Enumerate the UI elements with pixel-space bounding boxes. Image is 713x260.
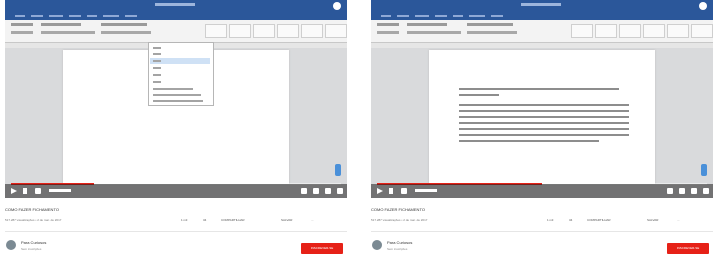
like-button[interactable]: 1 mil xyxy=(547,217,553,223)
subtitles-icon[interactable] xyxy=(301,188,307,194)
theater-icon[interactable] xyxy=(691,188,697,194)
fullscreen-icon[interactable] xyxy=(337,188,343,194)
volume-icon[interactable] xyxy=(401,188,407,194)
settings-icon[interactable] xyxy=(679,188,685,194)
next-icon[interactable] xyxy=(23,188,32,194)
video-title: COMO FAZER FICHAMENTO xyxy=(371,207,425,212)
dislike-button[interactable]: 34 xyxy=(569,217,572,223)
video-player[interactable] xyxy=(371,0,713,198)
play-icon[interactable] xyxy=(377,188,383,194)
line-spacing-dropdown[interactable] xyxy=(148,42,214,106)
save-button[interactable]: SALVAR xyxy=(281,217,292,223)
video-title: COMO FAZER FICHAMENTO xyxy=(5,207,59,212)
divider xyxy=(5,231,347,232)
play-icon[interactable] xyxy=(11,188,17,194)
player-controls xyxy=(5,184,347,198)
theater-icon[interactable] xyxy=(325,188,331,194)
like-button[interactable]: 1 mil xyxy=(181,217,187,223)
channel-avatar[interactable] xyxy=(372,240,382,250)
video-card-2: COMO FAZER FICHAMENTO 517.287 visualizaç… xyxy=(371,0,713,260)
window-title xyxy=(155,3,195,6)
channel-name[interactable]: Para Curiosos xyxy=(21,240,46,245)
channel-avatar[interactable] xyxy=(6,240,16,250)
divider xyxy=(371,231,713,232)
settings-icon[interactable] xyxy=(313,188,319,194)
ruler xyxy=(371,43,713,48)
video-player[interactable] xyxy=(5,0,347,198)
volume-icon[interactable] xyxy=(35,188,41,194)
fullscreen-icon[interactable] xyxy=(703,188,709,194)
word-titlebar xyxy=(5,0,347,12)
channel-subs: Sem inscrições xyxy=(21,247,42,251)
share-button[interactable]: COMPARTILHAR xyxy=(587,217,611,223)
scroll-handle[interactable] xyxy=(701,164,707,176)
document-page[interactable] xyxy=(429,50,655,184)
video-views: 517.287 visualizações • 2 de mar. de 201… xyxy=(5,218,62,222)
channel-subs: Sem inscrições xyxy=(387,247,408,251)
scroll-handle[interactable] xyxy=(335,164,341,176)
next-icon[interactable] xyxy=(389,188,398,194)
player-controls xyxy=(371,184,713,198)
subtitles-icon[interactable] xyxy=(667,188,673,194)
word-menu-tabs xyxy=(371,12,713,20)
window-control-icon[interactable] xyxy=(333,2,341,10)
video-views: 517.287 visualizações • 2 de mar. de 201… xyxy=(371,218,428,222)
video-card-1: COMO FAZER FICHAMENTO 517.287 visualizaç… xyxy=(5,0,347,260)
share-button[interactable]: COMPARTILHAR xyxy=(221,217,245,223)
time-display xyxy=(49,189,71,192)
more-icon[interactable]: ... xyxy=(677,217,680,223)
more-icon[interactable]: ... xyxy=(311,217,314,223)
word-ribbon xyxy=(5,20,347,43)
subscribe-button[interactable]: INSCREVER-SE xyxy=(667,243,709,254)
subscribe-button[interactable]: INSCREVER-SE xyxy=(301,243,343,254)
word-menu-tabs xyxy=(5,12,347,20)
word-titlebar xyxy=(371,0,713,12)
window-control-icon[interactable] xyxy=(699,2,707,10)
dislike-button[interactable]: 34 xyxy=(203,217,206,223)
word-ribbon xyxy=(371,20,713,43)
window-title xyxy=(521,3,561,6)
channel-name[interactable]: Para Curiosos xyxy=(387,240,412,245)
time-display xyxy=(415,189,437,192)
save-button[interactable]: SALVAR xyxy=(647,217,658,223)
